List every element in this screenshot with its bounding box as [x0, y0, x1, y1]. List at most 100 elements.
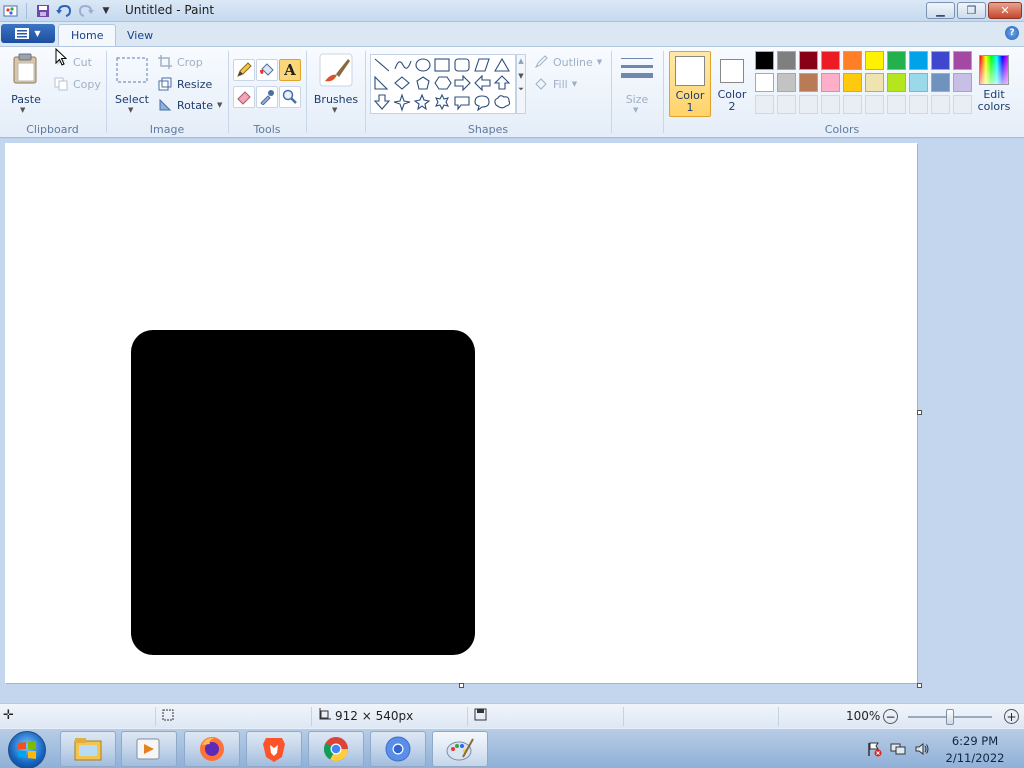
- palette-swatch[interactable]: [931, 73, 950, 92]
- taskbar-chromium[interactable]: [370, 731, 426, 767]
- palette-swatch[interactable]: [953, 73, 972, 92]
- palette-swatch-empty[interactable]: [777, 95, 796, 114]
- palette-swatch-empty[interactable]: [843, 95, 862, 114]
- zoom-slider-thumb[interactable]: [946, 709, 954, 725]
- palette-swatch[interactable]: [755, 51, 774, 70]
- copy-button[interactable]: Copy: [53, 75, 101, 93]
- palette-swatch[interactable]: [843, 73, 862, 92]
- palette-swatch[interactable]: [865, 51, 884, 70]
- palette-swatch[interactable]: [887, 73, 906, 92]
- taskbar-file-explorer[interactable]: [60, 731, 116, 767]
- zoom-slider[interactable]: [908, 709, 992, 725]
- volume-icon[interactable]: [914, 741, 930, 757]
- palette-swatch[interactable]: [931, 51, 950, 70]
- resize-handle-right[interactable]: [917, 410, 922, 415]
- palette-swatch[interactable]: [821, 73, 840, 92]
- hexagon-shape-icon: [434, 76, 452, 90]
- palette-swatch-empty[interactable]: [931, 95, 950, 114]
- pencil-icon[interactable]: [233, 59, 255, 81]
- zoom-in-button[interactable]: +: [1004, 709, 1019, 724]
- size-button[interactable]: Size ▼: [616, 51, 658, 115]
- group-label-colors: Colors: [824, 123, 860, 136]
- select-button[interactable]: Select ▼: [112, 51, 152, 114]
- resize-handle-bottom[interactable]: [459, 683, 464, 688]
- customize-qat-icon[interactable]: ▼: [98, 3, 114, 19]
- palette-swatch[interactable]: [909, 73, 928, 92]
- system-clock[interactable]: 6:29 PM 2/11/2022: [944, 733, 1006, 767]
- eraser-icon[interactable]: [233, 86, 255, 108]
- palette-swatch[interactable]: [909, 51, 928, 70]
- action-center-icon[interactable]: [866, 741, 882, 757]
- drawing-canvas[interactable]: [5, 143, 917, 683]
- taskbar-brave[interactable]: [246, 731, 302, 767]
- group-divider: [228, 51, 229, 133]
- taskbar-chrome[interactable]: [308, 731, 364, 767]
- paste-button[interactable]: Paste ▼: [6, 51, 46, 114]
- minimize-button[interactable]: ▁: [926, 2, 955, 19]
- palette-swatch[interactable]: [777, 73, 796, 92]
- start-button[interactable]: [8, 731, 46, 768]
- paint-menu-button[interactable]: ▼: [1, 24, 55, 43]
- palette-swatch-empty[interactable]: [887, 95, 906, 114]
- color-picker-icon[interactable]: [256, 86, 278, 108]
- palette-swatch[interactable]: [755, 73, 774, 92]
- paint-app-icon[interactable]: [3, 3, 19, 19]
- text-icon[interactable]: A: [279, 59, 301, 81]
- outline-button[interactable]: Outline ▼: [533, 53, 602, 71]
- palette-swatch-empty[interactable]: [953, 95, 972, 114]
- palette-swatch[interactable]: [777, 51, 796, 70]
- scroll-down-icon[interactable]: ▼: [517, 72, 525, 80]
- palette-swatch-empty[interactable]: [821, 95, 840, 114]
- crop-button[interactable]: Crop: [157, 53, 203, 71]
- palette-swatch[interactable]: [799, 51, 818, 70]
- color2-button[interactable]: Color 2: [713, 51, 751, 117]
- right-triangle-shape-icon: [374, 75, 389, 90]
- minimize-icon: ▁: [936, 4, 945, 17]
- down-arrow-shape-icon: [373, 94, 391, 110]
- rotate-button[interactable]: Rotate ▼: [157, 96, 222, 114]
- help-icon[interactable]: ?: [1005, 26, 1019, 40]
- magnifier-icon[interactable]: [279, 86, 301, 108]
- palette-swatch-empty[interactable]: [909, 95, 928, 114]
- palette-swatch[interactable]: [799, 73, 818, 92]
- network-icon[interactable]: [890, 741, 906, 757]
- palette-swatch-empty[interactable]: [755, 95, 774, 114]
- palette-swatch-empty[interactable]: [799, 95, 818, 114]
- taskbar-paint[interactable]: [432, 731, 488, 767]
- shapes-scrollbar[interactable]: ▲ ▼ ⏷: [516, 54, 526, 114]
- resize-handle-corner[interactable]: [917, 683, 922, 688]
- tab-home[interactable]: Home: [58, 24, 117, 46]
- palette-swatch[interactable]: [953, 51, 972, 70]
- chevron-down-icon: ▼: [332, 106, 338, 114]
- chevron-down-icon: ▼: [34, 29, 41, 38]
- brushes-button[interactable]: Brushes ▼: [312, 51, 360, 115]
- six-point-star-shape-icon: [434, 93, 450, 111]
- close-button[interactable]: ✕: [988, 2, 1022, 19]
- fill-label: Fill: [553, 77, 568, 91]
- palette-swatch[interactable]: [821, 51, 840, 70]
- palette-swatch[interactable]: [865, 73, 884, 92]
- maximize-button[interactable]: ❐: [957, 2, 986, 19]
- taskbar-firefox[interactable]: [184, 731, 240, 767]
- chromium-icon: [385, 736, 411, 762]
- edit-colors-button[interactable]: Edit colors: [975, 51, 1013, 117]
- fill-icon[interactable]: [256, 59, 278, 81]
- palette-swatch[interactable]: [843, 51, 862, 70]
- resize-icon: [157, 76, 173, 92]
- palette-swatch[interactable]: [887, 51, 906, 70]
- fill-button[interactable]: Fill ▼: [533, 75, 577, 93]
- redo-icon[interactable]: [78, 3, 94, 19]
- color1-button[interactable]: Color 1: [669, 51, 711, 117]
- save-icon[interactable]: [35, 3, 51, 19]
- undo-icon[interactable]: [56, 3, 72, 19]
- taskbar: 6:29 PM 2/11/2022: [0, 728, 1024, 768]
- palette-swatch-empty[interactable]: [865, 95, 884, 114]
- shapes-gallery: [370, 54, 516, 114]
- tab-view[interactable]: View: [115, 24, 165, 46]
- expand-gallery-icon[interactable]: ⏷: [517, 85, 525, 94]
- taskbar-media-player[interactable]: [121, 731, 177, 767]
- resize-button[interactable]: Resize: [157, 75, 212, 93]
- scroll-up-icon[interactable]: ▲: [517, 57, 525, 65]
- zoom-out-button[interactable]: −: [883, 709, 898, 724]
- canvas-workspace[interactable]: [0, 139, 1024, 703]
